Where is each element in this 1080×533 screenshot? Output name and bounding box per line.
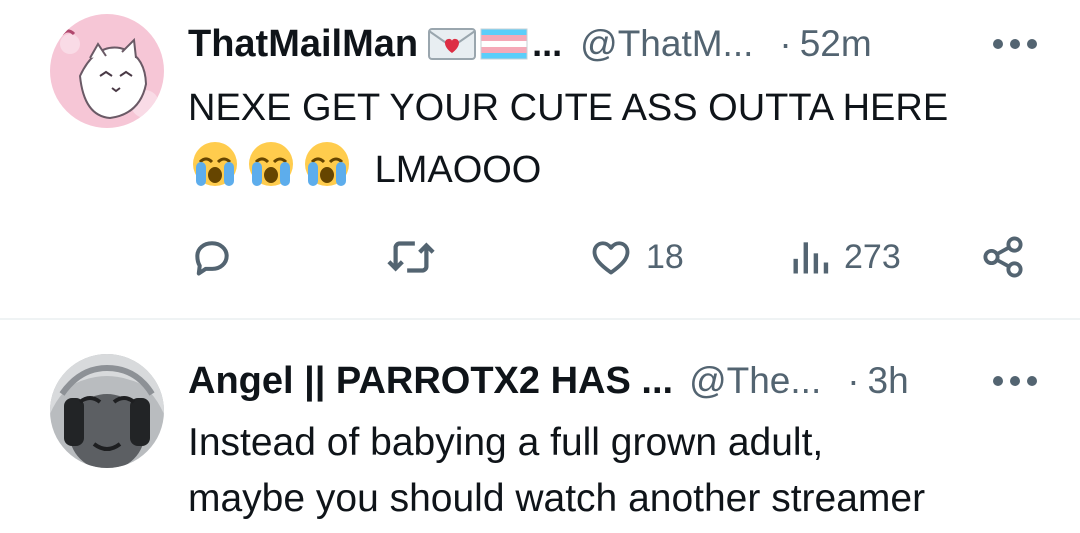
more-button[interactable] <box>992 359 1038 403</box>
tweet-text-line: Instead of babying a full grown adult, <box>188 421 824 464</box>
tweet-header: Angel || PARROTX2 HAS ... @The... · 3h <box>188 359 1038 403</box>
more-icon <box>993 376 1037 386</box>
timestamp[interactable]: 3h <box>868 360 909 402</box>
tweet-text: Instead of babying a full grown adult, m… <box>188 415 925 527</box>
display-name[interactable]: Angel || PARROTX2 HAS ... <box>188 360 673 403</box>
separator: · <box>847 360 860 401</box>
tweet-text-line: maybe you should watch another streamer <box>188 477 926 520</box>
handle[interactable]: @The... <box>689 360 821 402</box>
tweet[interactable]: Angel || PARROTX2 HAS ... @The... · 3h I… <box>0 0 1080 533</box>
avatar[interactable] <box>50 354 164 468</box>
